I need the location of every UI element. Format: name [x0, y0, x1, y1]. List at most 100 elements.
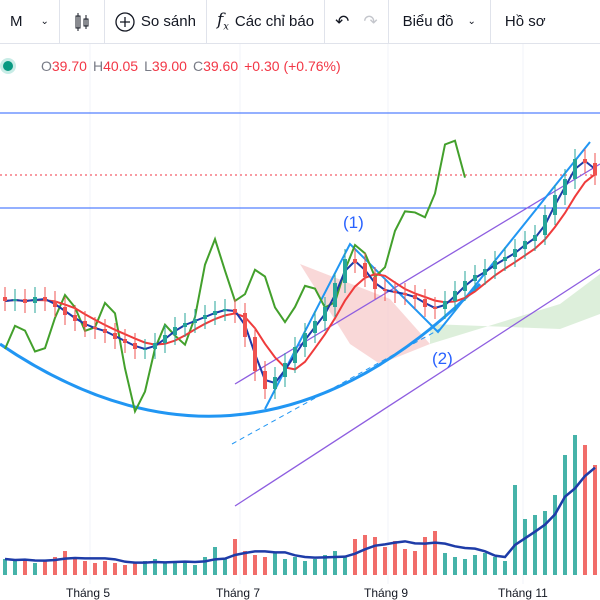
volume-bar — [343, 557, 347, 575]
price-chart[interactable]: (1) (2) — [0, 44, 600, 600]
candle — [113, 333, 117, 339]
indicators-button[interactable]: fx Các chỉ báo — [207, 0, 324, 44]
candle — [453, 291, 457, 301]
volume-bar — [403, 549, 407, 575]
volume-bar — [453, 557, 457, 575]
candle — [533, 235, 537, 241]
x-tick-label: Tháng 9 — [364, 586, 409, 600]
channel-line[interactable] — [234, 268, 600, 507]
candle — [243, 313, 247, 337]
candle — [103, 329, 107, 333]
chart-style-button[interactable] — [60, 0, 104, 44]
candle — [353, 259, 357, 263]
volume-bar — [103, 561, 107, 575]
volume-bar — [513, 485, 517, 575]
volume-bar — [533, 515, 537, 575]
volume-bar — [263, 557, 267, 575]
volume-bar — [523, 519, 527, 575]
volume-bar — [473, 555, 477, 575]
candle — [203, 315, 207, 319]
fx-icon: fx — [216, 10, 229, 33]
volume-bar — [293, 557, 297, 575]
chart-menu-label: Biểu đồ — [402, 13, 454, 30]
candle — [3, 297, 7, 301]
profile-button[interactable]: Hồ sơ — [491, 0, 560, 44]
candle — [463, 281, 467, 291]
volume-ma-line — [4, 466, 596, 564]
candle — [213, 311, 217, 315]
candle — [23, 299, 27, 303]
candle — [313, 321, 317, 333]
volume-bar — [13, 561, 17, 575]
candle — [493, 261, 497, 269]
candle — [33, 297, 37, 303]
volume-bar — [583, 445, 587, 575]
volume-bar — [113, 563, 117, 575]
redo-button[interactable]: ↷ — [359, 0, 387, 44]
wave-2-label: (2) — [432, 349, 453, 368]
candle — [343, 259, 347, 283]
volume-bar — [23, 559, 27, 575]
volume-bar — [283, 559, 287, 575]
volume-bar — [543, 511, 547, 575]
candle — [73, 315, 77, 321]
volume-bar — [573, 435, 577, 575]
volume-bar — [93, 563, 97, 575]
lagging-span-line — [4, 139, 466, 415]
chart-menu-button[interactable]: Biểu đồ ⌄ — [389, 0, 490, 44]
volume-bar — [273, 553, 277, 575]
candle — [123, 339, 127, 343]
volume-bar — [163, 563, 167, 575]
candle — [253, 337, 257, 371]
interval-label: M — [10, 13, 23, 30]
x-tick-label: Tháng 5 — [66, 586, 111, 600]
candle — [443, 301, 447, 309]
undo-icon: ↶ — [335, 11, 350, 31]
candle — [53, 301, 57, 307]
volume-bar — [183, 563, 187, 575]
volume-bar — [333, 551, 337, 575]
candle — [83, 321, 87, 327]
candle — [13, 299, 17, 301]
indicator-lines — [4, 139, 596, 415]
candle — [573, 159, 577, 179]
candle — [63, 307, 67, 315]
interval-selector[interactable]: M ⌄ — [0, 0, 59, 44]
grid — [89, 44, 524, 584]
candle — [543, 215, 547, 235]
candle — [363, 263, 367, 277]
candle — [153, 343, 157, 349]
volume-bar — [193, 565, 197, 575]
volume-bar — [203, 557, 207, 575]
candle — [373, 277, 377, 289]
profile-label: Hồ sơ — [504, 13, 546, 30]
candle — [553, 195, 557, 215]
volume-bar — [33, 563, 37, 575]
volume-bar — [443, 553, 447, 575]
volume-bar — [43, 561, 47, 575]
plus-circle-icon — [115, 11, 135, 32]
volume-bar — [503, 561, 507, 575]
volume-bar — [313, 559, 317, 575]
top-toolbar: M ⌄ So sánh fx Các chỉ báo ↶ ↷ Biểu đồ ⌄ Hồ… — [0, 0, 600, 44]
volume-bar — [383, 547, 387, 575]
compare-button[interactable]: So sánh — [105, 0, 206, 44]
volume-bar — [413, 551, 417, 575]
undo-button[interactable]: ↶ — [325, 0, 359, 44]
x-tick-label: Tháng 7 — [216, 586, 261, 600]
chevron-down-icon: ⌄ — [40, 16, 49, 27]
volume-bar — [73, 557, 77, 575]
candle — [403, 293, 407, 295]
volume-bar — [243, 551, 247, 575]
candle — [183, 323, 187, 327]
candle — [133, 343, 137, 349]
volume-bar — [133, 563, 137, 575]
candle — [483, 269, 487, 275]
candle — [283, 363, 287, 377]
candle — [593, 163, 597, 175]
candle — [393, 291, 397, 293]
volume-bar — [463, 559, 467, 575]
candle — [263, 371, 267, 389]
candle — [473, 275, 477, 281]
candle — [323, 307, 327, 321]
